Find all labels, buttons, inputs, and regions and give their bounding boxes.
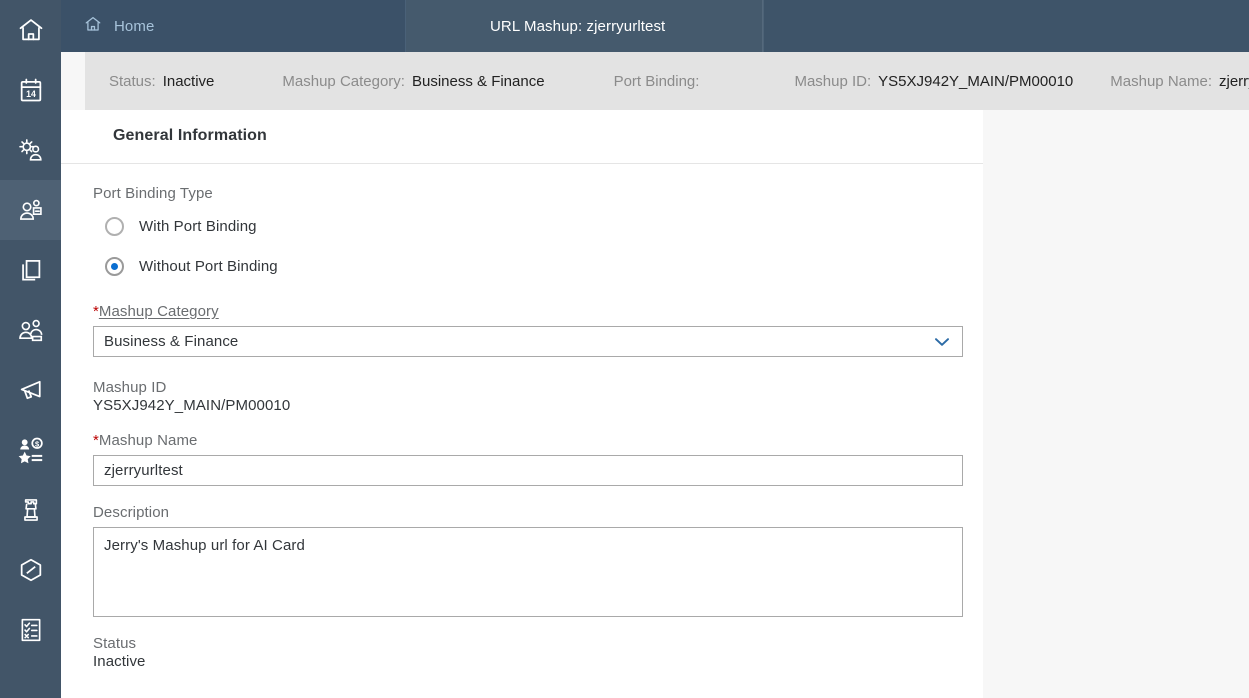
mashup-category-select[interactable]: Business & Finance (93, 326, 963, 357)
port-binding-type-label: Port Binding Type (93, 185, 213, 202)
home-icon (17, 16, 45, 44)
sidebar-item-calendar[interactable]: 14 (0, 60, 61, 120)
header-label-port-binding: Port Binding: (613, 72, 700, 90)
header-value-mashup-id: YS5XJ942Y_MAIN/PM00010 (878, 72, 1074, 90)
mashup-category-label-row: *Mashup Category (93, 303, 995, 321)
tab-url-mashup[interactable]: URL Mashup: zjerryurltest (406, 0, 1090, 52)
sidebar-item-announcements[interactable] (0, 360, 61, 420)
tab-home[interactable]: Home (61, 0, 406, 52)
header-label-status: Status: (109, 72, 156, 90)
sidebar-item-copy[interactable] (0, 240, 61, 300)
radio-without-port-binding-label: Without Port Binding (139, 257, 278, 275)
header-field-mashup-name: Mashup Name: zjerryurltest (1110, 73, 1249, 90)
mashup-name-input[interactable]: zjerryurltest (93, 455, 963, 486)
mashup-id-label: Mashup ID (93, 379, 167, 396)
people-icon (17, 196, 45, 224)
sidebar-item-group[interactable] (0, 300, 61, 360)
compensation-icon: $ (17, 436, 45, 464)
radio-button-icon (105, 216, 124, 236)
general-information-form: Port Binding Type With Port Binding With… (93, 185, 995, 670)
sidebar-item-compensation[interactable]: $ (0, 420, 61, 480)
mashup-name-value: zjerryurltest (104, 462, 183, 479)
header-label-mashup-category: Mashup Category: (282, 72, 405, 90)
megaphone-icon (17, 376, 45, 404)
mashup-id-value: YS5XJ942Y_MAIN/PM00010 (93, 397, 291, 414)
mashup-category-value: Business & Finance (104, 333, 239, 350)
header-value-status: Inactive (162, 72, 215, 90)
radio-without-port-binding[interactable]: Without Port Binding (93, 251, 995, 281)
radio-button-selected-icon (105, 256, 124, 276)
status-value: Inactive (93, 653, 146, 670)
application-window: 14 $ Home URL Mashup: zjerryurltest Stat… (0, 0, 1249, 698)
group-icon (17, 316, 45, 344)
sidebar-item-succession[interactable] (0, 480, 61, 540)
chevron-down-icon[interactable] (934, 327, 950, 356)
cube-icon (17, 556, 45, 584)
radio-with-port-binding-label: With Port Binding (139, 217, 257, 235)
home-icon (84, 15, 102, 37)
object-header-status-bar: Status: Inactive Mashup Category: Busine… (85, 52, 1249, 110)
rook-icon (17, 496, 45, 524)
header-field-mashup-category: Mashup Category: Business & Finance (282, 73, 544, 90)
tab-url-mashup-label: URL Mashup: zjerryurltest (490, 17, 666, 35)
sidebar-item-checklist[interactable] (0, 600, 61, 660)
description-label: Description (93, 504, 170, 521)
copy-icon (17, 256, 45, 284)
sidebar-item-home[interactable] (0, 0, 61, 60)
header-field-status: Status: Inactive (109, 73, 214, 90)
section-divider (61, 163, 983, 164)
calendar-icon: 14 (17, 76, 45, 104)
status-label: Status (93, 635, 137, 652)
header-label-mashup-name: Mashup Name: (1110, 72, 1212, 90)
header-value-mashup-name: zjerryurltest (1219, 72, 1249, 90)
tab-bar-empty-area (763, 0, 1249, 52)
sidebar-item-objects[interactable] (0, 540, 61, 600)
left-navigation-rail: 14 $ (0, 0, 61, 698)
mashup-category-label: Mashup Category (98, 303, 219, 320)
tab-home-label: Home (114, 17, 155, 35)
header-field-mashup-id: Mashup ID: YS5XJ942Y_MAIN/PM00010 (794, 73, 1073, 90)
svg-text:14: 14 (26, 89, 36, 99)
page-title: General Information (113, 127, 267, 144)
header-field-port-binding: Port Binding: (614, 73, 707, 90)
sidebar-item-user-settings[interactable] (0, 120, 61, 180)
header-value-mashup-category: Business & Finance (411, 72, 545, 90)
content-panel: General Information Port Binding Type Wi… (61, 110, 983, 698)
header-label-mashup-id: Mashup ID: (794, 72, 872, 90)
checklist-icon (17, 616, 45, 644)
mashup-name-label-row: *Mashup Name (93, 432, 995, 450)
tab-bar: Home URL Mashup: zjerryurltest (61, 0, 1249, 52)
description-textarea[interactable]: Jerry's Mashup url for AI Card (93, 527, 963, 617)
radio-with-port-binding[interactable]: With Port Binding (93, 211, 995, 241)
user-settings-icon (17, 136, 45, 164)
mashup-name-label: Mashup Name (98, 432, 198, 449)
port-binding-type-radio-group: With Port Binding Without Port Binding (93, 211, 995, 281)
sidebar-item-people[interactable] (0, 180, 61, 240)
description-value: Jerry's Mashup url for AI Card (104, 537, 305, 554)
